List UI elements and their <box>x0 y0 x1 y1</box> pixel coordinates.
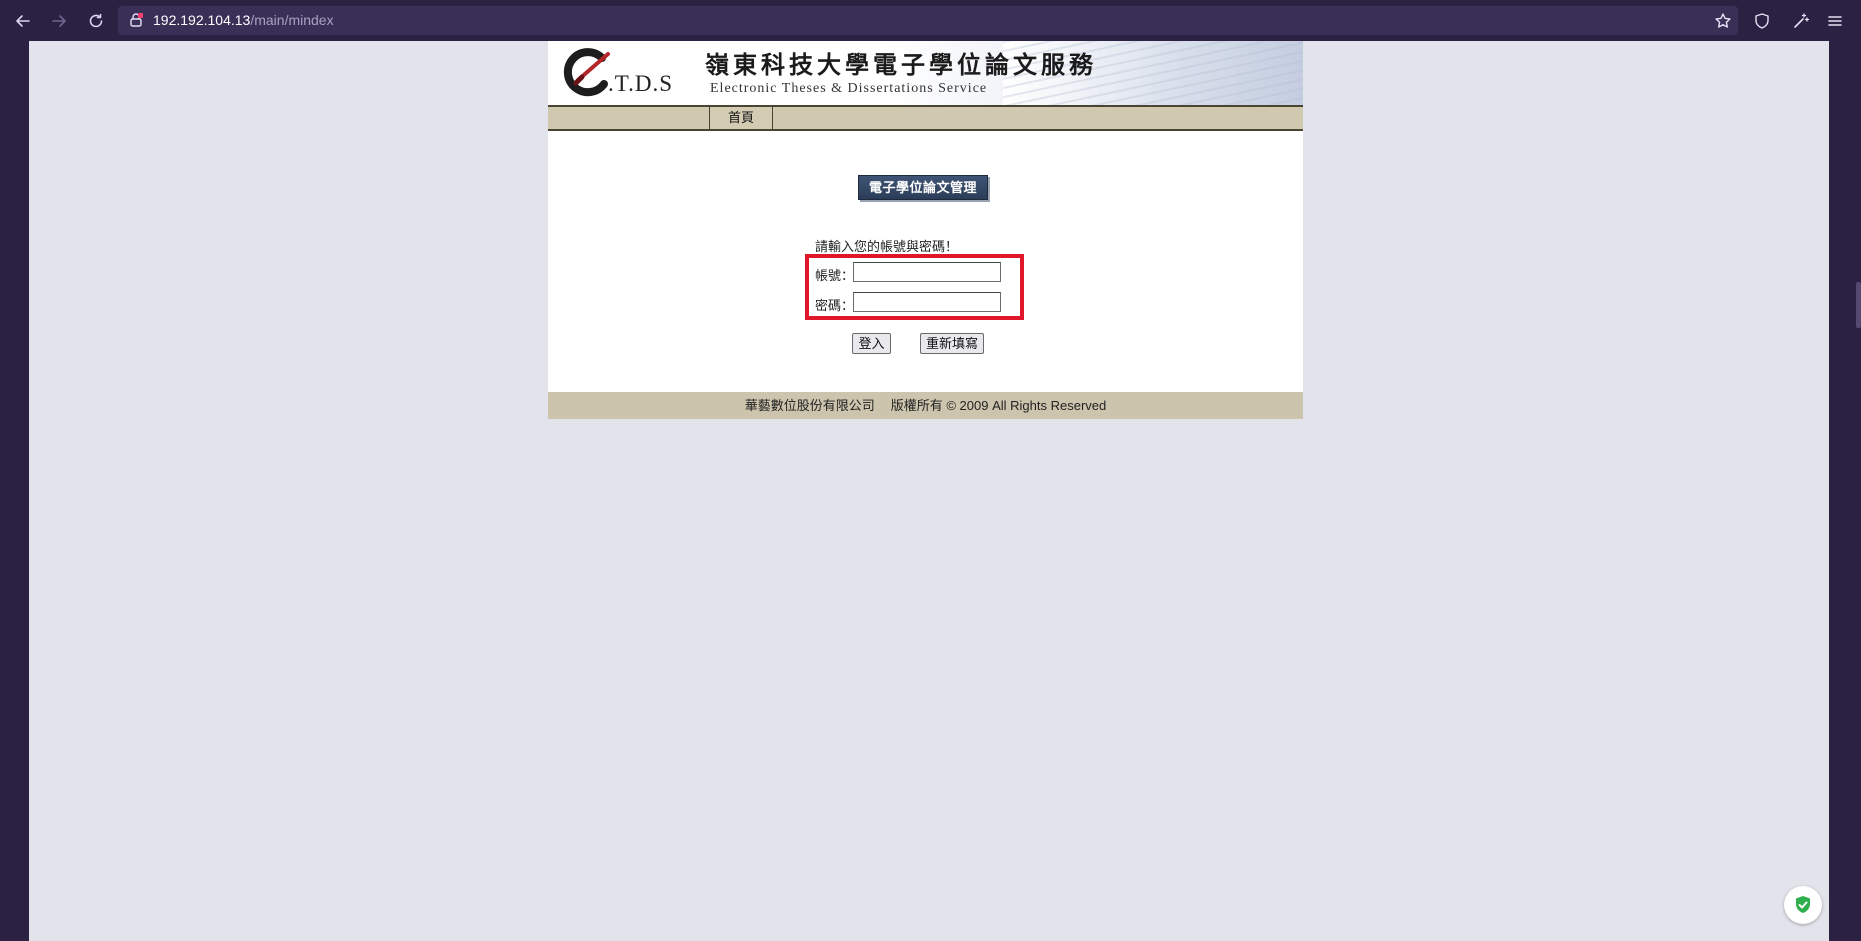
extensions-button[interactable] <box>1788 8 1814 34</box>
thesis-management-button[interactable]: 電子學位論文管理 <box>858 175 988 200</box>
login-prompt: 請輸入您的帳號與密碼！ <box>815 239 959 254</box>
nav-item-home[interactable]: 首頁 <box>709 107 773 129</box>
arrow-left-icon <box>16 15 30 27</box>
page-container: .T.D.S 嶺東科技大學電子學位論文服務 Electronic Theses … <box>548 41 1303 419</box>
url-host: 192.192.104.13 <box>153 12 251 28</box>
header-banner: .T.D.S 嶺東科技大學電子學位論文服務 Electronic Theses … <box>548 41 1303 105</box>
page-footer: 華藝數位股份有限公司 版權所有 © 2009 All Rights Reserve… <box>548 392 1303 419</box>
bookmark-button[interactable] <box>1710 8 1736 34</box>
footer-copyright: 版權所有 © 2009 All Rights Reserved <box>890 398 1107 413</box>
footer-company: 華藝數位股份有限公司 <box>744 398 875 413</box>
password-input[interactable] <box>853 292 1001 312</box>
app-menu-button[interactable] <box>1822 8 1848 34</box>
etds-logo-icon <box>563 48 610 97</box>
reload-button[interactable] <box>83 8 109 34</box>
browser-toolbar: 192.192.104.13/main/mindex <box>0 0 1861 41</box>
scrollbar-thumb[interactable] <box>1856 282 1861 328</box>
tracking-protection-button[interactable] <box>1749 8 1775 34</box>
account-input[interactable] <box>853 262 1001 282</box>
address-bar[interactable]: 192.192.104.13/main/mindex <box>118 6 1738 35</box>
star-icon <box>1715 13 1731 28</box>
shield-icon <box>1755 13 1769 29</box>
reset-button[interactable]: 重新填寫 <box>920 333 984 354</box>
wand-icon <box>1794 13 1810 28</box>
arrow-right-icon <box>52 15 66 27</box>
url-text: 192.192.104.13/main/mindex <box>153 12 334 28</box>
shield-check-icon <box>1796 896 1810 913</box>
site-title: 嶺東科技大學電子學位論文服務 <box>705 50 1097 79</box>
forward-button[interactable] <box>46 8 72 34</box>
password-label: 密碼： <box>815 298 855 313</box>
url-path: /main/mindex <box>250 12 334 28</box>
hamburger-menu-icon <box>1828 16 1842 26</box>
back-button[interactable] <box>10 8 36 34</box>
reload-icon <box>89 13 103 28</box>
logo-text: .T.D.S <box>608 71 673 96</box>
nav-bar: 首頁 <box>548 105 1303 131</box>
login-button[interactable]: 登入 <box>852 333 891 354</box>
site-subtitle: Electronic Theses & Dissertations Servic… <box>710 81 988 96</box>
account-label: 帳號： <box>815 268 855 283</box>
lock-icon <box>130 13 143 27</box>
page-viewport: .T.D.S 嶺東科技大學電子學位論文服務 Electronic Theses … <box>29 41 1829 941</box>
security-badge[interactable] <box>1784 886 1822 924</box>
